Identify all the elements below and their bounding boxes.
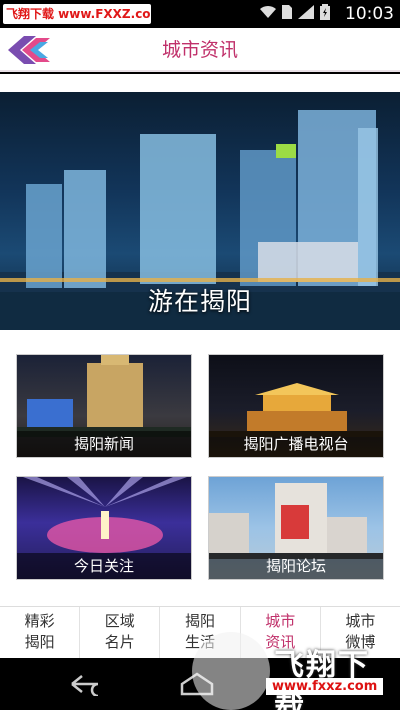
tile-jieyang-forum[interactable]: 揭阳论坛 [208,476,384,580]
app-header: 城市资讯 [0,28,400,72]
tab-label-line1: 精彩 [24,612,55,630]
tile-today-focus[interactable]: 今日关注 [16,476,192,580]
watermark-url: www.fxxz.com [266,678,384,695]
tab-area-card[interactable]: 区域 名片 [80,607,161,658]
watermark-overlay: 飞翔下载 www.fxxz.com [192,628,400,710]
status-bar: 飞翔下载 www.FXXZ.com 10:03 [0,0,400,28]
tile-jieyang-tv[interactable]: 揭阳广播电视台 [208,354,384,458]
tab-label-line2: 揭阳 [24,633,55,651]
back-icon[interactable] [68,672,108,698]
tile-label-focus: 今日关注 [17,553,191,579]
wifi-icon [260,5,276,24]
banner-caption: 游在揭阳 [147,287,252,316]
tile-label-tv: 揭阳广播电视台 [209,431,383,457]
tile-jieyang-news[interactable]: 揭阳新闻 [16,354,192,458]
banner-image[interactable]: 游在揭阳 [0,92,400,330]
tab-label-line2: 名片 [104,633,135,651]
watermark-text: 飞翔下载 [274,648,370,710]
battery-charging-icon [320,3,330,25]
status-icons [260,3,330,25]
watermark-badge: 飞翔下载 www.FXXZ.com [3,4,151,24]
watermark-logo-icon [192,632,270,710]
sim-card-icon [282,4,292,24]
main-content: 游在揭阳 揭阳新闻 揭阳广播电视台 今日关注 揭阳论坛 [0,74,400,606]
signal-3g-icon [298,4,314,24]
tab-jingcai-jieyang[interactable]: 精彩 揭阳 [0,607,81,658]
status-clock: 10:03 [345,4,394,24]
page-title: 城市资讯 [161,39,238,61]
tab-label-line1: 区域 [104,612,135,630]
tile-label-forum: 揭阳论坛 [209,553,383,579]
tile-label-news: 揭阳新闻 [17,431,191,457]
